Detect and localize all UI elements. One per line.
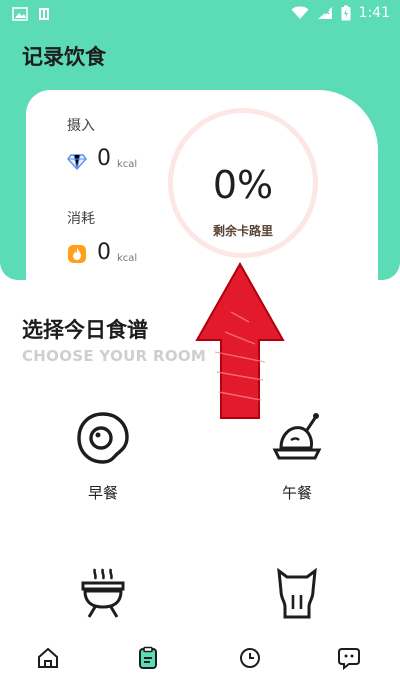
cat-icon: [277, 567, 317, 619]
home-icon[interactable]: [36, 646, 60, 670]
meal-snack[interactable]: [242, 565, 352, 637]
page-title: 记录饮食: [22, 45, 106, 69]
clipboard-icon[interactable]: [136, 646, 160, 670]
up-arrow-annotation: [195, 262, 285, 419]
section-subtitle: CHOOSE YOUR ROOM: [22, 347, 207, 365]
remaining-label: 剩余卡路里: [212, 224, 273, 238]
status-time: 1:41: [358, 5, 390, 21]
intake-label: 摄入: [67, 118, 95, 134]
status-bar: 1:41: [0, 0, 400, 30]
diamond-icon: [67, 154, 87, 170]
wifi-icon: [291, 6, 309, 19]
clock-icon[interactable]: [238, 646, 262, 670]
section-title: 选择今日食谱: [22, 318, 148, 342]
remaining-percent: 0%: [212, 163, 274, 207]
egg-icon: [77, 412, 129, 464]
signal-icon: [317, 7, 332, 19]
bottom-tab-bar: [0, 640, 400, 679]
burn-label: 消耗: [67, 211, 95, 227]
meal-breakfast-label: 早餐: [87, 484, 118, 502]
meal-grill[interactable]: [48, 565, 158, 637]
burn-unit: kcal: [117, 253, 138, 264]
flame-icon: [68, 245, 86, 263]
meal-breakfast[interactable]: 早餐: [48, 410, 158, 503]
chat-icon[interactable]: [337, 646, 361, 670]
gallery-icon: [12, 7, 28, 21]
burn-value: 0: [97, 240, 111, 265]
meal-lunch[interactable]: 午餐: [242, 410, 352, 503]
notes-icon: [39, 8, 49, 20]
intake-value: 0: [97, 146, 111, 171]
meal-lunch-label: 午餐: [281, 484, 312, 502]
intake-row: 0 kcal: [67, 148, 137, 170]
battery-icon: [341, 5, 351, 21]
intake-unit: kcal: [117, 159, 138, 170]
burn-row: 0 kcal: [67, 242, 137, 264]
grill-icon: [81, 568, 125, 618]
